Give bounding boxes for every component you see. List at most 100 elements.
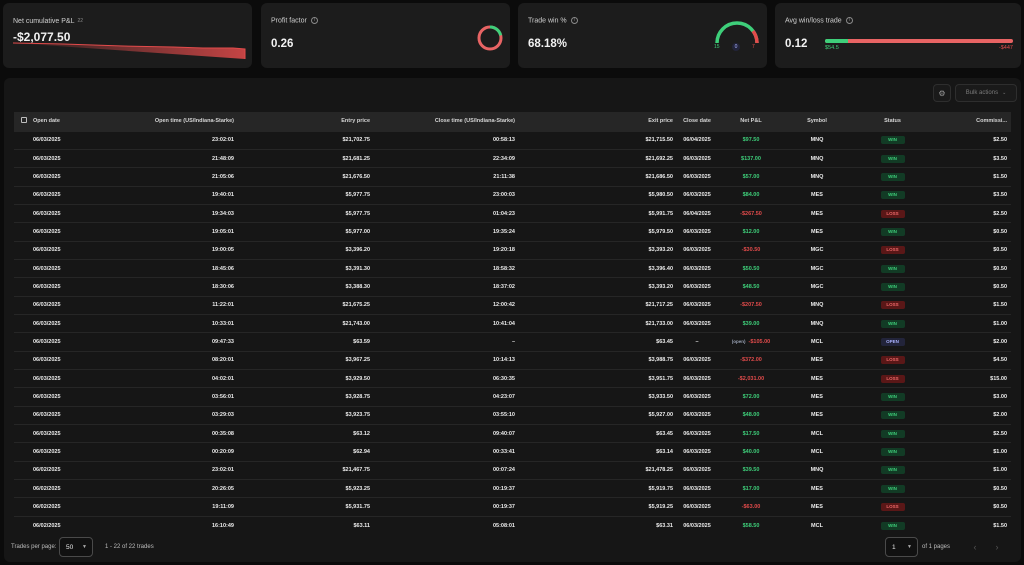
gear-icon: ⚙: [938, 88, 946, 98]
close-date-cell: 06/03/2025: [673, 148, 721, 168]
status-cell: WIN: [853, 130, 932, 150]
col-exit-price[interactable]: Exit price: [515, 112, 673, 131]
table-row[interactable]: 06/03/2025 23:02:01 $21,702.75 00:58:13 $21,…: [14, 130, 1011, 150]
table-row[interactable]: 06/03/2025 11:22:01 $21,675.25 12:00:42 $21,…: [14, 295, 1011, 315]
symbol-cell: MNQ: [781, 295, 853, 315]
page-select[interactable]: 1 ▼: [885, 537, 918, 557]
table-row[interactable]: 06/03/2025 19:05:01 $5,977.00 19:35:24 $5,97…: [14, 222, 1011, 242]
pnl-value: -$63.00: [741, 504, 761, 511]
open-date-cell: 06/03/2025: [33, 350, 101, 370]
avg-win-loss-value: 0.12: [785, 38, 808, 50]
col-open-date[interactable]: Open date: [33, 112, 101, 131]
close-time-cell: 00:19:37: [370, 479, 515, 498]
table-settings-button[interactable]: ⚙: [933, 84, 951, 102]
status-badge: LOSS: [880, 356, 905, 365]
table-row[interactable]: 06/02/2025 16:10:49 $63.11 05:08:01 $63.31 06…: [14, 515, 1011, 535]
pnl-value: -$105.00: [748, 338, 771, 345]
pnl-value: $137.00: [741, 155, 761, 162]
table-row[interactable]: 06/03/2025 19:00:05 $3,396.20 19:20:18 $3,39…: [14, 240, 1011, 260]
exit-price-cell: $3,396.40: [515, 258, 673, 278]
symbol-cell: MGC: [781, 258, 853, 278]
bulk-actions-button[interactable]: Bulk actions ⌄: [955, 84, 1017, 102]
next-page-button[interactable]: ›: [988, 537, 1006, 557]
status-cell: WIN: [853, 185, 932, 205]
entry-price-cell: $21,743.00: [234, 313, 370, 333]
col-entry-price[interactable]: Entry price: [234, 112, 370, 131]
col-close-time[interactable]: Close time (US/Indiana-Starke): [370, 112, 515, 131]
status-badge: LOSS: [880, 246, 905, 255]
table-row[interactable]: 06/03/2025 10:33:01 $21,743.00 10:41:04 $21,…: [14, 313, 1011, 333]
prev-page-button[interactable]: ‹: [966, 537, 984, 557]
close-time-cell: 18:58:32: [370, 258, 515, 278]
exit-price-cell: $63.45: [515, 332, 673, 352]
close-date-cell: 06/03/2025: [673, 240, 721, 260]
col-commission[interactable]: Commissi...: [932, 112, 1011, 131]
profit-factor-label: Profit factor i: [271, 17, 318, 24]
open-date-cell: 06/02/2025: [33, 479, 101, 498]
per-page-label: Trades per page:: [11, 544, 57, 550]
table-row[interactable]: 06/03/2025 00:35:08 $63.12 09:40:07 $63.45 06…: [14, 423, 1011, 443]
col-open-time[interactable]: Open time (US/Indiana-Starke): [101, 112, 234, 131]
close-time-cell: 00:07:24: [370, 460, 515, 480]
table-row[interactable]: 06/03/2025 00:20:09 $62.94 00:33:41 $63.14 06…: [14, 442, 1011, 462]
table-row[interactable]: 06/03/2025 04:02:01 $3,929.50 06:30:35 $3,95…: [14, 368, 1011, 388]
table-row[interactable]: 06/03/2025 08:20:01 $3,967.25 10:14:13 $3,98…: [14, 350, 1011, 370]
info-icon[interactable]: i: [310, 17, 318, 24]
table-row[interactable]: 06/03/2025 21:48:09 $21,681.25 22:34:09 $21,…: [14, 148, 1011, 168]
entry-price-cell: $63.12: [234, 423, 370, 443]
table-row[interactable]: 06/03/2025 18:45:06 $3,391.30 18:58:32 $3,39…: [14, 258, 1011, 278]
open-time-cell: 18:30:06: [101, 277, 234, 297]
symbol-cell: MES: [781, 479, 853, 498]
table-row[interactable]: 06/03/2025 19:34:03 $5,977.75 01:04:23 $5,99…: [14, 203, 1011, 223]
col-status[interactable]: Status: [853, 112, 932, 131]
status-cell: WIN: [853, 405, 932, 425]
close-date-cell: 06/04/2025: [673, 130, 721, 150]
close-date-cell: 06/03/2025: [673, 258, 721, 278]
table-row[interactable]: 06/03/2025 18:30:06 $3,388.30 18:37:02 $3,39…: [14, 277, 1011, 297]
table-row[interactable]: 06/03/2025 03:56:01 $3,928.75 04:23:07 $3,93…: [14, 387, 1011, 407]
net-pnl-cell: $39.00: [721, 313, 781, 333]
select-all-checkbox[interactable]: [14, 112, 33, 131]
status-badge: WIN: [880, 227, 905, 236]
commission-cell: $1.50: [932, 515, 1011, 535]
status-cell: LOSS: [853, 350, 932, 370]
commission-cell: $1.50: [932, 167, 1011, 187]
close-date-cell: 06/03/2025: [673, 368, 721, 388]
open-date-cell: 06/03/2025: [33, 258, 101, 278]
row-checkbox: [14, 313, 33, 333]
col-close-date[interactable]: Close date: [673, 112, 721, 131]
status-cell: WIN: [853, 423, 932, 443]
col-symbol[interactable]: Symbol: [781, 112, 853, 131]
close-time-cell: 12:00:42: [370, 295, 515, 315]
entry-price-cell: $3,967.25: [234, 350, 370, 370]
close-date-cell: 06/03/2025: [673, 295, 721, 315]
close-date-cell: 06/03/2025: [673, 515, 721, 535]
net-pnl-cell: $40.00: [721, 442, 781, 462]
close-date-cell: 06/03/2025: [673, 497, 721, 517]
table-row[interactable]: 06/03/2025 09:47:33 $63.59– $63.45– (open) -$…: [14, 332, 1011, 352]
symbol-cell: MES: [781, 368, 853, 388]
table-row[interactable]: 06/02/2025 23:02:01 $21,467.75 00:07:24 $21,…: [14, 460, 1011, 480]
symbol-cell: MNQ: [781, 167, 853, 187]
open-date-cell: 06/03/2025: [33, 185, 101, 205]
table-row[interactable]: 06/03/2025 19:40:01 $5,977.75 23:00:03 $5,98…: [14, 185, 1011, 205]
symbol-cell: MGC: [781, 240, 853, 260]
open-date-cell: 06/03/2025: [33, 313, 101, 333]
info-icon[interactable]: i: [845, 17, 853, 24]
exit-price-cell: $3,933.50: [515, 387, 673, 407]
close-time-cell: 10:41:04: [370, 313, 515, 333]
table-row[interactable]: 06/03/2025 03:29:03 $3,923.75 03:55:10 $5,92…: [14, 405, 1011, 425]
info-icon[interactable]: i: [570, 17, 578, 24]
pnl-value: $39.50: [742, 467, 760, 474]
close-date-cell: 06/03/2025: [673, 167, 721, 187]
status-cell: WIN: [853, 460, 932, 480]
open-date-cell: 06/03/2025: [33, 368, 101, 388]
symbol-cell: MES: [781, 497, 853, 517]
col-net-pnl[interactable]: Net P&L: [721, 112, 781, 131]
pnl-value: $48.00: [742, 412, 760, 419]
table-row[interactable]: 06/02/2025 19:11:09 $5,931.75 00:19:37 $5,91…: [14, 497, 1011, 517]
per-page-select[interactable]: 50 ▼: [59, 537, 93, 557]
table-row[interactable]: 06/02/2025 20:26:05 $5,923.25 00:19:37 $5,91…: [14, 479, 1011, 498]
table-row[interactable]: 06/03/2025 21:05:06 $21,676.50 21:11:38 $21,…: [14, 167, 1011, 187]
pnl-value: $39.00: [742, 320, 760, 327]
